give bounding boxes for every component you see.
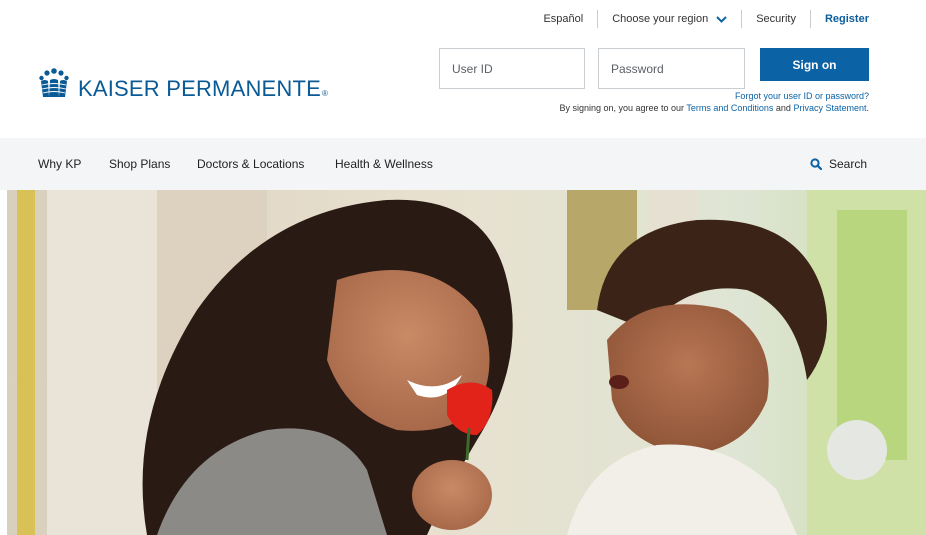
user-id-input[interactable] bbox=[439, 48, 585, 89]
kp-logo[interactable]: KAISER PERMANENTE ® bbox=[38, 68, 328, 100]
main-nav: Why KP Shop Plans Doctors & Locations He… bbox=[0, 138, 926, 190]
sign-on-button[interactable]: Sign on bbox=[760, 48, 869, 81]
espanol-link[interactable]: Español bbox=[529, 10, 597, 28]
search-button[interactable]: Search bbox=[810, 157, 867, 171]
security-link[interactable]: Security bbox=[742, 10, 810, 28]
brand-name: KAISER PERMANENTE bbox=[78, 76, 322, 101]
forgot-credentials-link[interactable]: Forgot your user ID or password? bbox=[735, 91, 869, 101]
utility-bar: Español Choose your region Security Regi… bbox=[529, 10, 869, 28]
nav-item-shop-plans[interactable]: Shop Plans bbox=[109, 157, 170, 171]
kp-logo-icon bbox=[39, 68, 69, 97]
agreement-suffix: . bbox=[866, 103, 869, 113]
nav-item-health-wellness[interactable]: Health & Wellness bbox=[335, 157, 433, 171]
chevron-down-icon bbox=[716, 15, 727, 23]
nav-item-doctors-locations[interactable]: Doctors & Locations bbox=[197, 157, 304, 171]
nav-item-why-kp[interactable]: Why KP bbox=[38, 157, 81, 171]
privacy-link[interactable]: Privacy Statement bbox=[793, 103, 866, 113]
terms-link[interactable]: Terms and Conditions bbox=[686, 103, 773, 113]
search-label: Search bbox=[828, 157, 867, 171]
signin-agreement: By signing on, you agree to our Terms an… bbox=[559, 103, 869, 113]
region-selector[interactable]: Choose your region bbox=[598, 10, 741, 28]
register-link[interactable]: Register bbox=[811, 10, 869, 28]
hero-photo bbox=[7, 190, 926, 535]
agreement-prefix: By signing on, you agree to our bbox=[559, 103, 687, 113]
registered-mark: ® bbox=[322, 89, 328, 98]
region-label: Choose your region bbox=[612, 13, 709, 25]
hero-image bbox=[7, 190, 926, 535]
search-icon bbox=[810, 158, 822, 170]
agreement-and: and bbox=[773, 103, 794, 113]
password-input[interactable] bbox=[598, 48, 745, 89]
